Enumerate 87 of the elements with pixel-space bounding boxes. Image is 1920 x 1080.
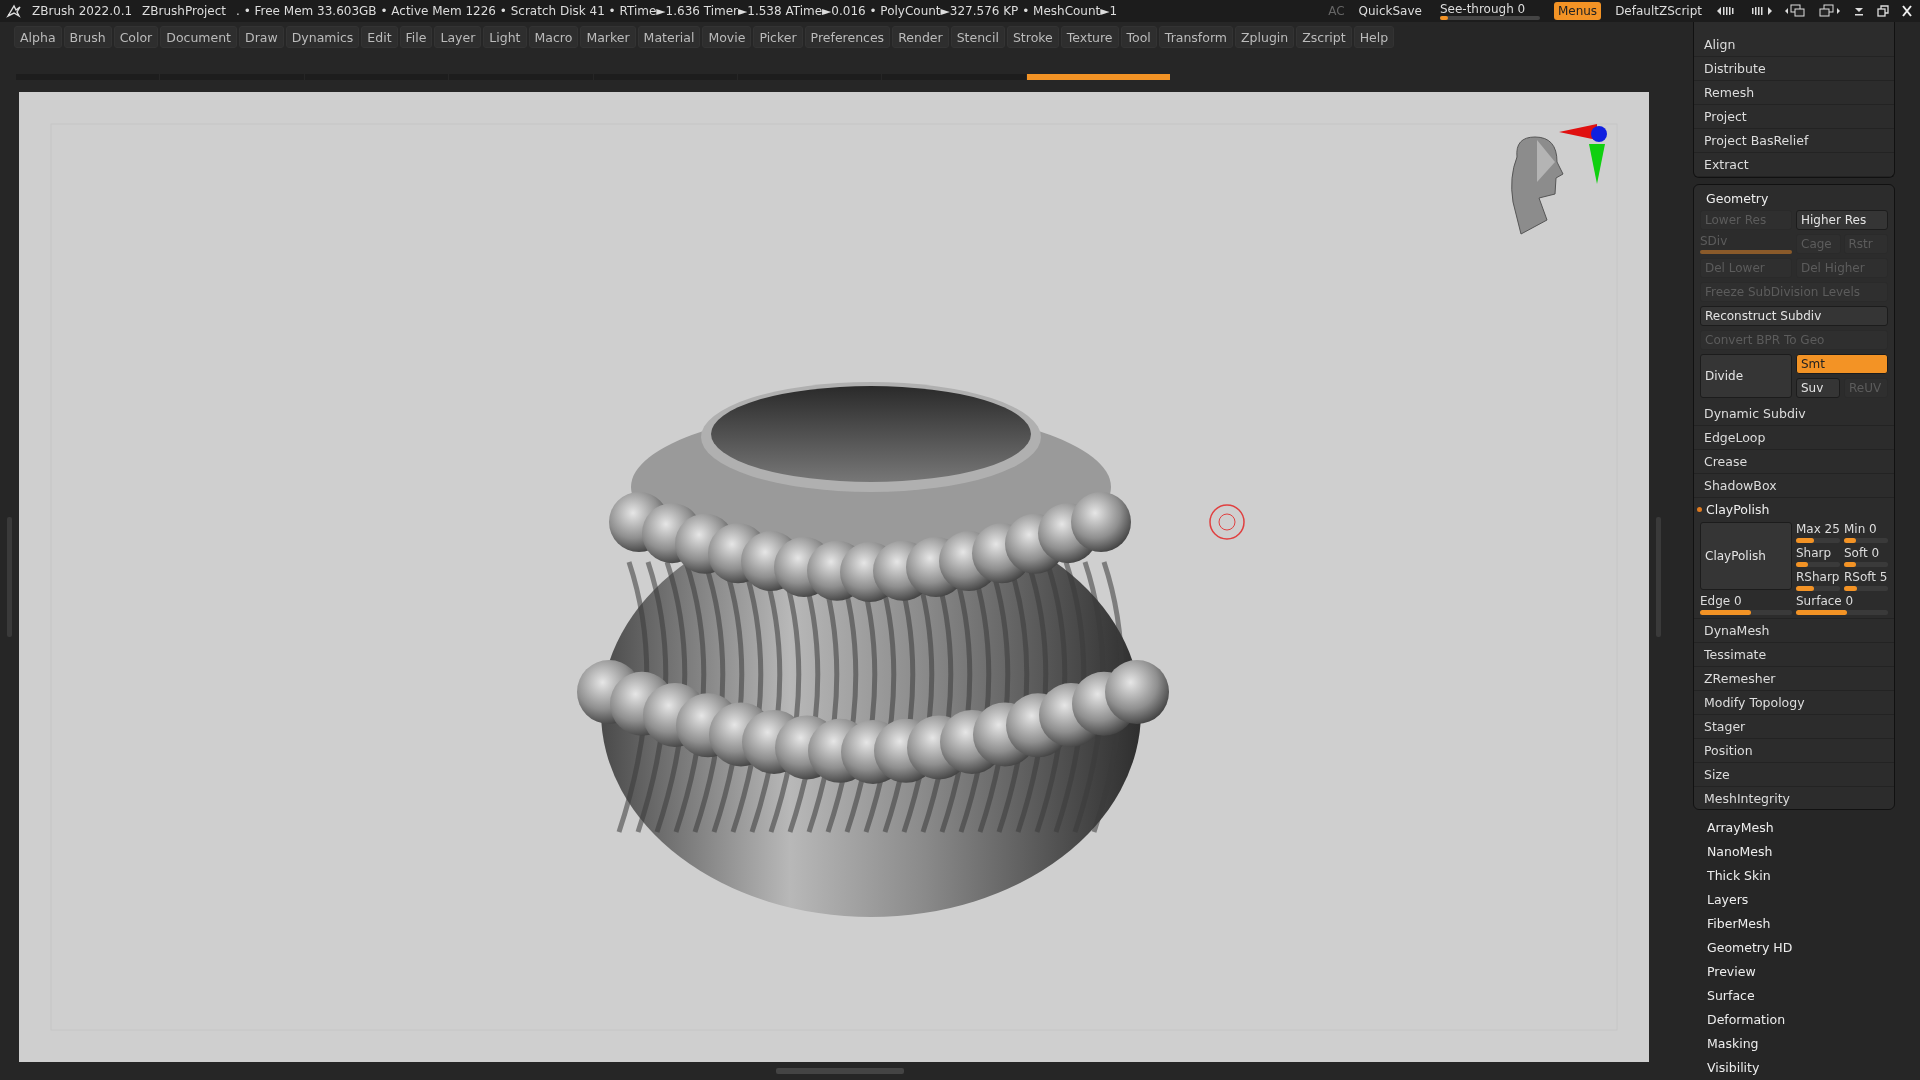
polish-slider[interactable]: RSharp [1796, 569, 1840, 592]
tool-menu-item[interactable]: Crease [1694, 449, 1894, 474]
divide-option-button[interactable]: Smt [1796, 353, 1888, 374]
bottom-handle[interactable] [776, 1068, 904, 1074]
menu-item[interactable]: Light [483, 26, 527, 48]
restore-icon[interactable] [1876, 5, 1890, 17]
tool-menu-item[interactable]: ZRemesher [1694, 666, 1894, 691]
divide-option-button[interactable]: Suv [1796, 377, 1840, 398]
script-button[interactable]: DefaultZScript [1611, 2, 1706, 20]
menu-item[interactable]: Edit [361, 26, 398, 48]
polish-slider[interactable]: Soft 0 [1844, 545, 1888, 568]
menu-item[interactable]: Stencil [950, 26, 1005, 48]
claypolish-button[interactable]: ClayPolish [1700, 521, 1792, 590]
close-icon[interactable] [1900, 5, 1914, 17]
memory-stats: . • Free Mem 33.603GB • Active Mem 1226 • Scratch Disk 41 • RTime►1.636 Timer►1.538 ATime►0.016 • PolyCount►327.576 KP • MeshCount►1 [236, 4, 1118, 18]
menu-item[interactable]: Zplugin [1235, 26, 1295, 48]
polish-slider[interactable]: Min 0 [1844, 521, 1888, 544]
project-name: ZBrushProject [142, 4, 226, 18]
geometry-button[interactable]: Reconstruct Subdiv [1700, 305, 1888, 326]
menu-item[interactable]: Marker [580, 26, 636, 48]
tool-menu-item[interactable]: Project [1694, 105, 1894, 129]
subpalette-item[interactable]: NanoMesh [1707, 840, 1920, 864]
polish-slider[interactable]: Max 25 [1796, 521, 1840, 544]
menu-item[interactable]: Help [1353, 26, 1395, 48]
zbrush-logo-icon [6, 3, 22, 19]
tool-menu-item[interactable]: Modify Topology [1694, 690, 1894, 715]
window-layout-icon[interactable] [1784, 4, 1808, 18]
palette-expand-icon[interactable] [1750, 5, 1774, 17]
tool-menu-item[interactable]: Tessimate [1694, 642, 1894, 667]
geometry-header[interactable]: Geometry [1694, 184, 1894, 208]
app-title: ZBrush 2022.0.1 [32, 4, 133, 18]
see-through-slider[interactable]: See-through 0 [1435, 2, 1544, 20]
tool-menu-item[interactable]: EdgeLoop [1694, 425, 1894, 450]
menus-toggle[interactable]: Menus [1553, 2, 1602, 20]
subpalette-item[interactable]: Thick Skin [1707, 864, 1920, 888]
polish-slider[interactable]: Edge 0 [1700, 593, 1792, 616]
tool-menu-item[interactable]: ShadowBox [1694, 473, 1894, 498]
polish-slider[interactable]: Surface 0 [1796, 593, 1888, 616]
tool-menu-item[interactable]: Dynamic Subdiv [1694, 401, 1894, 426]
tab-strip-segment[interactable] [1026, 74, 1170, 80]
tool-menu-item[interactable]: Remesh [1694, 81, 1894, 105]
window-layout-icon[interactable] [1818, 4, 1842, 18]
menu-item[interactable]: File [399, 26, 433, 48]
menu-item[interactable]: Document [160, 26, 238, 48]
menu-item[interactable]: Transform [1158, 26, 1233, 48]
menu-item[interactable]: Stroke [1006, 26, 1059, 48]
subpalette-item[interactable]: Visibility [1707, 1056, 1920, 1080]
subpalette-item[interactable]: Masking [1707, 1032, 1920, 1056]
quicksave-button[interactable]: QuickSave [1354, 2, 1426, 20]
menu-item[interactable]: Alpha [14, 26, 62, 48]
menu-item[interactable]: Tool [1120, 26, 1157, 48]
tool-menu-item[interactable]: Project BasRelief [1694, 129, 1894, 153]
menu-item[interactable]: Picker [753, 26, 803, 48]
subpalette-item[interactable]: Deformation [1707, 1008, 1920, 1032]
minimize-icon[interactable] [1852, 5, 1866, 17]
tool-menu-item[interactable]: MeshIntegrity [1694, 786, 1894, 809]
menu-item[interactable]: Material [637, 26, 701, 48]
menu-item[interactable]: Movie [702, 26, 752, 48]
menu-item[interactable]: Preferences [804, 26, 891, 48]
subpalette-item[interactable]: Surface [1707, 984, 1920, 1008]
tool-menu-item[interactable]: Stager [1694, 714, 1894, 739]
tool-menu-item[interactable]: Size [1694, 762, 1894, 787]
polish-slider[interactable]: Sharp [1796, 545, 1840, 568]
tool-menu-item[interactable]: Extract [1694, 153, 1894, 177]
subpalette-item[interactable]: Preview [1707, 960, 1920, 984]
menu-item[interactable]: Brush [63, 26, 112, 48]
menu-item[interactable]: Zscript [1296, 26, 1352, 48]
subpalette-item[interactable]: FiberMesh [1707, 912, 1920, 936]
subpalette-item[interactable]: Layers [1707, 888, 1920, 912]
tool-menu-item[interactable]: Position [1694, 738, 1894, 763]
subpalette-item[interactable]: ArrayMesh [1707, 816, 1920, 840]
tool-menu-item[interactable]: Distribute [1694, 57, 1894, 81]
menu-item[interactable]: Draw [239, 26, 284, 48]
menu-item[interactable]: Layer [434, 26, 482, 48]
divide-button[interactable]: Divide [1700, 353, 1792, 398]
polish-slider[interactable]: RSoft 5 [1844, 569, 1888, 592]
menu-item[interactable]: Render [892, 26, 949, 48]
menu-item[interactable]: Macro [528, 26, 579, 48]
menu-item[interactable]: Texture [1060, 26, 1119, 48]
tool-menu-item[interactable]: Align [1694, 33, 1894, 57]
geometry-button[interactable]: Higher Res [1796, 209, 1888, 230]
tab-strip-segment[interactable] [882, 74, 1026, 80]
menu-item[interactable]: Color [113, 26, 159, 48]
tool-menu-item[interactable]: DynaMesh [1694, 618, 1894, 643]
subpalette-item[interactable]: Geometry HD [1707, 936, 1920, 960]
menu-item[interactable]: Dynamics [285, 26, 360, 48]
claypolish-header[interactable]: ClayPolish [1706, 502, 1770, 518]
